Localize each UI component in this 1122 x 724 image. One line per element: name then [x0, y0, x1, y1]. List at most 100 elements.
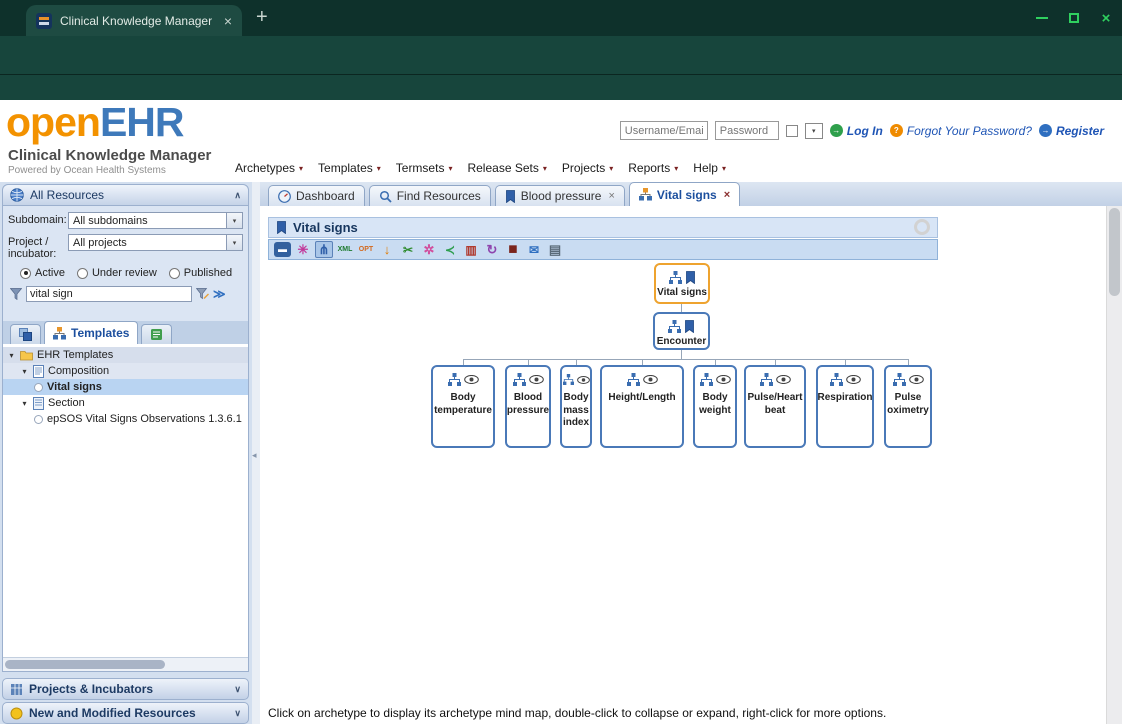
all-resources-header[interactable]: All Resources ∧	[3, 185, 248, 206]
node-height-length[interactable]: Height/Length	[600, 365, 684, 448]
tree-item-composition[interactable]: ▾ Composition	[3, 363, 248, 379]
collapse-panel-icon[interactable]: ∧	[234, 190, 241, 201]
archive-icon[interactable]: ◼	[504, 241, 522, 258]
menu-archetypes[interactable]: Archetypes▾	[232, 161, 306, 175]
login-options-dropdown[interactable]: ▾	[805, 123, 823, 139]
opt-export-icon[interactable]: OPT	[357, 241, 375, 258]
close-tab-icon[interactable]: ×	[724, 189, 730, 201]
observation-eye-icon	[529, 375, 544, 384]
vertical-scrollbar[interactable]	[1106, 206, 1122, 724]
compare-icon[interactable]: ✂	[399, 241, 417, 258]
radio-under-review[interactable]: Under review	[77, 267, 157, 279]
window-maximize-button[interactable]	[1066, 10, 1082, 26]
node-body-temperature[interactable]: Body temperature	[431, 365, 495, 448]
validation-icon[interactable]: ✲	[420, 241, 438, 258]
window-close-button[interactable]: ×	[1098, 10, 1114, 26]
refresh-icon[interactable]: ↻	[483, 241, 501, 258]
node-vital-signs-root[interactable]: Vital signs	[654, 263, 710, 304]
tab-termsets[interactable]	[141, 324, 172, 344]
xml-export-icon[interactable]: XML	[336, 241, 354, 258]
expand-panel-icon[interactable]: ∨	[234, 708, 241, 719]
tab-vital-signs[interactable]: Vital signs ×	[629, 182, 740, 206]
search-input[interactable]	[26, 286, 192, 302]
tree-expand-icon[interactable]: ▾	[20, 399, 29, 408]
report-icon[interactable]: ▥	[462, 241, 480, 258]
browser-tab-title: Clinical Knowledge Manager	[60, 14, 216, 28]
maximize-icon	[1069, 13, 1079, 23]
expand-panel-icon[interactable]: ∨	[234, 684, 241, 695]
new-tab-button[interactable]: +	[256, 7, 268, 27]
node-pulse-heart-beat[interactable]: Pulse/Heart beat	[744, 365, 806, 448]
node-body-mass-index[interactable]: Body mass index	[560, 365, 592, 448]
observation-eye-icon	[464, 375, 479, 384]
template-flag-icon	[684, 320, 695, 333]
projects-incubators-panel[interactable]: Projects & Incubators ∨	[2, 678, 249, 700]
all-resources-title: All Resources	[30, 188, 104, 202]
print-icon[interactable]: ▤	[546, 241, 564, 258]
menu-templates[interactable]: Templates▾	[315, 161, 384, 175]
orgchart-icon[interactable]: ⋔	[315, 241, 333, 258]
caret-down-icon: ▾	[722, 164, 726, 173]
fork-icon	[830, 373, 843, 386]
tab-dashboard[interactable]: Dashboard	[268, 185, 365, 206]
observation-eye-icon	[643, 375, 658, 384]
tree-item-epsos[interactable]: epSOS Vital Signs Observations 1.3.6.1	[3, 411, 248, 427]
fork-icon	[563, 374, 574, 385]
tab-blood-pressure[interactable]: Blood pressure ×	[495, 185, 625, 206]
filter-funnel-icon	[10, 288, 22, 300]
radio-active[interactable]: Active	[20, 267, 65, 279]
password-field[interactable]	[715, 121, 779, 140]
template-orgchart-icon	[53, 327, 66, 340]
menu-reports[interactable]: Reports▾	[625, 161, 681, 175]
radio-button	[77, 268, 88, 279]
window-minimize-button[interactable]	[1034, 10, 1050, 26]
caret-down-icon: ▾	[226, 213, 242, 228]
clear-filter-icon[interactable]	[196, 288, 209, 300]
email-icon[interactable]: ✉	[525, 241, 543, 258]
content-tabstrip: Dashboard Find Resources Blood pressure …	[260, 182, 1122, 206]
menu-release-sets[interactable]: Release Sets▾	[464, 161, 549, 175]
apply-filter-icon[interactable]: ≫	[213, 287, 226, 301]
sidebar-splitter[interactable]: ◂	[252, 182, 260, 724]
subdomain-select[interactable]: All subdomains ▾	[68, 212, 243, 229]
collapse-sidebar-icon[interactable]: ◂	[252, 450, 257, 461]
tree-item-section[interactable]: ▾ Section	[3, 395, 248, 411]
tab-close-icon[interactable]: ×	[224, 14, 232, 28]
browser-tab[interactable]: Clinical Knowledge Manager ×	[26, 5, 242, 36]
node-encounter[interactable]: Encounter	[653, 312, 710, 350]
register-arrow-icon: →	[1039, 124, 1052, 137]
close-tab-icon[interactable]: ×	[608, 190, 614, 202]
username-field[interactable]	[620, 121, 708, 140]
status-radio-group: Active Under review Published	[8, 265, 243, 284]
tab-templates[interactable]: Templates	[44, 321, 138, 344]
node-body-weight[interactable]: Body weight	[693, 365, 737, 448]
tree-expand-icon[interactable]: ▾	[7, 351, 16, 360]
remember-me-checkbox[interactable]	[786, 125, 798, 137]
node-respiration[interactable]: Respiration	[816, 365, 874, 448]
forgot-password-link[interactable]: ? Forgot Your Password?	[890, 124, 1032, 138]
tree-item-ehr-templates[interactable]: ▾ EHR Templates	[3, 347, 248, 363]
flat-view-icon[interactable]: ▬	[274, 242, 291, 257]
menu-projects[interactable]: Projects▾	[559, 161, 616, 175]
register-link[interactable]: → Register	[1039, 124, 1104, 138]
node-pulse-oximetry[interactable]: Pulse oximetry	[884, 365, 932, 448]
scrollbar-thumb[interactable]	[1109, 208, 1120, 296]
scrollbar-thumb[interactable]	[5, 660, 165, 669]
tab-find-resources[interactable]: Find Resources	[369, 185, 491, 206]
download-icon[interactable]: ↓	[378, 241, 396, 258]
tab-archetypes[interactable]	[10, 324, 41, 344]
tree-item-vital-signs[interactable]: Vital signs	[3, 379, 248, 395]
tree-expand-icon[interactable]: ▾	[20, 367, 29, 376]
log-in-button[interactable]: → Log In	[830, 124, 883, 138]
menu-termsets[interactable]: Termsets▾	[393, 161, 456, 175]
logo-ehr-text: EHR	[100, 99, 184, 145]
menu-help[interactable]: Help▾	[690, 161, 729, 175]
node-blood-pressure[interactable]: Blood pressure	[505, 365, 551, 448]
mindmap-icon[interactable]: ✳	[294, 241, 312, 258]
new-resources-icon	[10, 707, 23, 720]
new-modified-panel[interactable]: New and Modified Resources ∨	[2, 702, 249, 724]
tree-horizontal-scrollbar[interactable]	[3, 657, 248, 671]
radio-published[interactable]: Published	[169, 267, 232, 279]
project-select[interactable]: All projects ▾	[68, 234, 243, 251]
share-icon[interactable]: ≺	[441, 241, 459, 258]
